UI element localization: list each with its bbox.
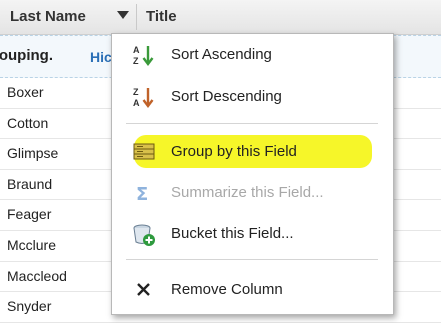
column-header-last-name[interactable]: Last Name [10,8,86,25]
column-header-title[interactable]: Title [146,8,177,25]
menu-item-label: Remove Column [171,281,283,298]
sigma-icon: Σ [132,182,156,205]
menu-item-label: Sort Ascending [171,46,272,63]
sort-descending-icon: Z A [132,86,156,108]
menu-item-label: Summarize this Field... [171,184,324,201]
svg-text:Σ: Σ [136,184,148,204]
menu-separator [126,259,378,260]
menu-item-summarize: Σ Summarize this Field... [112,176,393,210]
menu-item-bucket[interactable]: Bucket this Field... [112,217,393,251]
svg-text:A: A [133,45,140,55]
menu-item-group-by[interactable]: Group by this Field [112,135,393,169]
sort-ascending-icon: A Z [132,44,156,66]
last-name-cell: Boxer [7,84,44,100]
last-name-cell: Cotton [7,114,49,131]
column-menu-dropdown-icon[interactable] [117,11,129,19]
grouping-banner-text: rouping. [0,47,53,64]
menu-separator [126,123,378,124]
last-name-cell: Snyder [7,298,52,315]
last-name-cell: Glimpse [7,145,59,162]
svg-text:Z: Z [133,56,139,66]
last-name-cell: Mcclure [7,236,57,253]
column-header-row: Last Name Title [0,0,441,35]
menu-item-label: Sort Descending [171,88,282,105]
last-name-cell: Maccleod [7,267,67,284]
column-divider [136,4,137,30]
menu-item-remove-column[interactable]: Remove Column [112,273,393,307]
menu-item-label: Bucket this Field... [171,225,294,242]
menu-item-sort-descending[interactable]: Z A Sort Descending [112,80,393,114]
bucket-add-icon [132,223,156,246]
svg-text:Z: Z [133,87,139,97]
group-by-icon [132,141,156,163]
close-icon [132,279,156,301]
menu-item-sort-ascending[interactable]: A Z Sort Ascending [112,38,393,72]
menu-item-label: Group by this Field [171,143,297,160]
svg-text:A: A [133,98,140,108]
last-name-cell: Braund [7,175,53,192]
last-name-cell: Feager [7,206,52,223]
column-context-menu: A Z Sort Ascending Z A Sort Descending G… [111,33,394,315]
grouping-banner-link[interactable]: Hic [90,49,112,65]
